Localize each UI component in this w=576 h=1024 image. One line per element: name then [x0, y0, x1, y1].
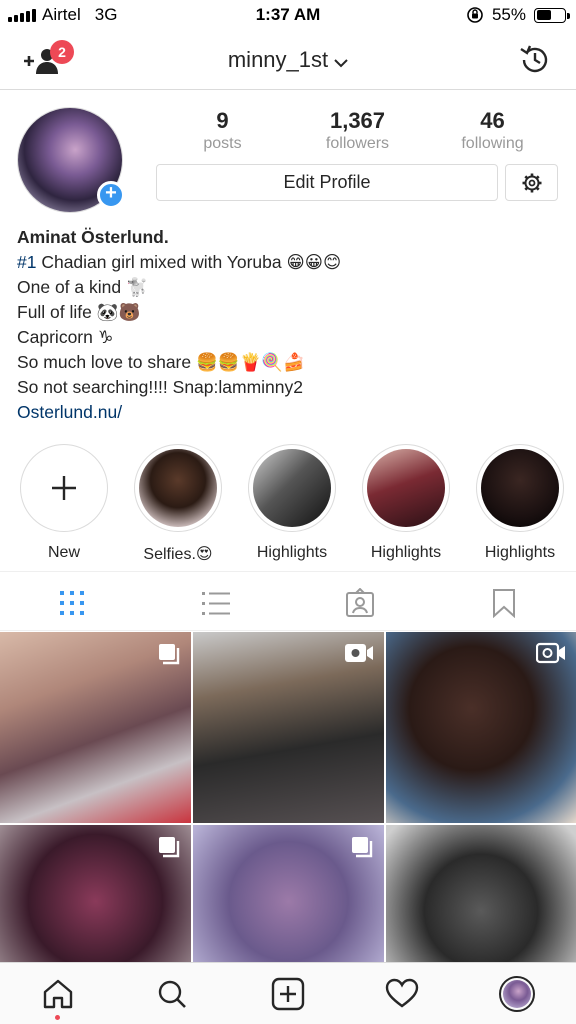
post-thumbnail[interactable]: [386, 632, 576, 823]
bio-line-1-text: Chadian girl mixed with Yoruba 😁😀😊: [36, 252, 342, 272]
highlight-new-ring: [20, 444, 108, 532]
highlight-label: Selfies.😍: [143, 546, 213, 563]
highlight-item[interactable]: Highlights: [247, 444, 337, 562]
highlight-label: Highlights: [370, 544, 442, 561]
multi-photo-icon: [159, 837, 180, 858]
saved-bookmark-icon[interactable]: [489, 588, 519, 618]
post-thumbnail[interactable]: [0, 632, 191, 823]
chevron-down-icon: [334, 48, 348, 74]
heart-icon[interactable]: [385, 977, 419, 1011]
posts-count: 9: [216, 108, 229, 133]
bio-line-1: #1 Chadian girl mixed with Yoruba 😁😀😊: [17, 250, 562, 275]
highlight-label: Highlights: [256, 544, 328, 561]
followers-stat[interactable]: 1,367 followers: [290, 108, 425, 153]
highlight-label: New: [47, 544, 80, 561]
highlight-cover: [139, 449, 217, 527]
followers-count: 1,367: [329, 108, 386, 133]
posts-label: posts: [203, 135, 242, 152]
home-icon[interactable]: [41, 977, 75, 1011]
highlight-label: Highlights: [484, 544, 556, 561]
bio-line-5: So much love to share 🍔🍔🍟🍭🍰: [17, 352, 305, 372]
multi-photo-icon: [159, 644, 180, 665]
username-label: minny_1st: [227, 47, 329, 72]
video-icon: [345, 644, 373, 662]
highlight-cover: [253, 449, 331, 527]
post-thumbnail[interactable]: [193, 632, 384, 823]
profile-stats: 9 posts 1,367 followers 46 following: [155, 108, 560, 153]
highlight-item[interactable]: Highlights: [475, 444, 565, 562]
search-icon[interactable]: [155, 977, 189, 1011]
battery-percent: 55%: [491, 5, 526, 24]
profile-bio: Aminat Österlund. #1 Chadian girl mixed …: [17, 225, 562, 425]
settings-button[interactable]: [505, 164, 558, 201]
highlight-selfies[interactable]: Selfies.😍: [133, 444, 223, 564]
orientation-lock-icon: [467, 7, 483, 23]
list-view-icon[interactable]: [201, 588, 231, 618]
activity-dot: [55, 1015, 60, 1020]
following-stat[interactable]: 46 following: [425, 108, 560, 153]
plus-icon: [52, 476, 76, 500]
add-story-icon[interactable]: +: [97, 181, 125, 209]
profile-view-tabs: [0, 571, 576, 631]
following-label: following: [461, 135, 524, 152]
new-post-icon[interactable]: [271, 977, 305, 1011]
full-name: Aminat Österlund.: [17, 227, 169, 247]
edit-profile-button[interactable]: Edit Profile: [156, 164, 498, 201]
highlight-new[interactable]: New: [19, 444, 109, 562]
grid-view-icon[interactable]: [57, 588, 87, 618]
profile-tab-avatar[interactable]: [499, 976, 535, 1012]
account-switcher[interactable]: minny_1st: [0, 47, 576, 74]
multi-photo-icon: [352, 837, 373, 858]
bio-line-2: One of a kind 🐩: [17, 277, 148, 297]
posts-stat[interactable]: 9 posts: [155, 108, 290, 153]
highlight-cover: [481, 449, 559, 527]
archive-icon[interactable]: [518, 43, 552, 77]
highlight-cover: [367, 449, 445, 527]
tagged-photos-icon[interactable]: [345, 588, 375, 618]
avatar-thumbnail: [503, 980, 531, 1008]
hashtag-link[interactable]: #1: [17, 252, 36, 272]
story-highlights: New Selfies.😍 Highlights Highlights High…: [0, 444, 576, 564]
video-icon: [536, 642, 565, 664]
bio-line-3: Full of life 🐼🐻: [17, 302, 141, 322]
status-bar: Airtel 3G 1:37 AM 55%: [0, 0, 576, 30]
battery-icon: [534, 7, 570, 23]
website-link[interactable]: Osterlund.nu/: [17, 400, 562, 425]
profile-header: 2 minny_1st: [0, 30, 576, 90]
bio-line-6: So not searching!!!! Snap:lamminny2: [17, 377, 303, 397]
followers-label: followers: [325, 135, 390, 152]
posts-grid: [0, 632, 576, 1016]
following-count: 46: [480, 108, 505, 133]
bio-line-4: Capricorn ♑: [17, 327, 114, 347]
highlight-item[interactable]: Highlights: [361, 444, 451, 562]
bottom-navigation: [0, 962, 576, 1024]
gear-icon: [522, 173, 541, 192]
